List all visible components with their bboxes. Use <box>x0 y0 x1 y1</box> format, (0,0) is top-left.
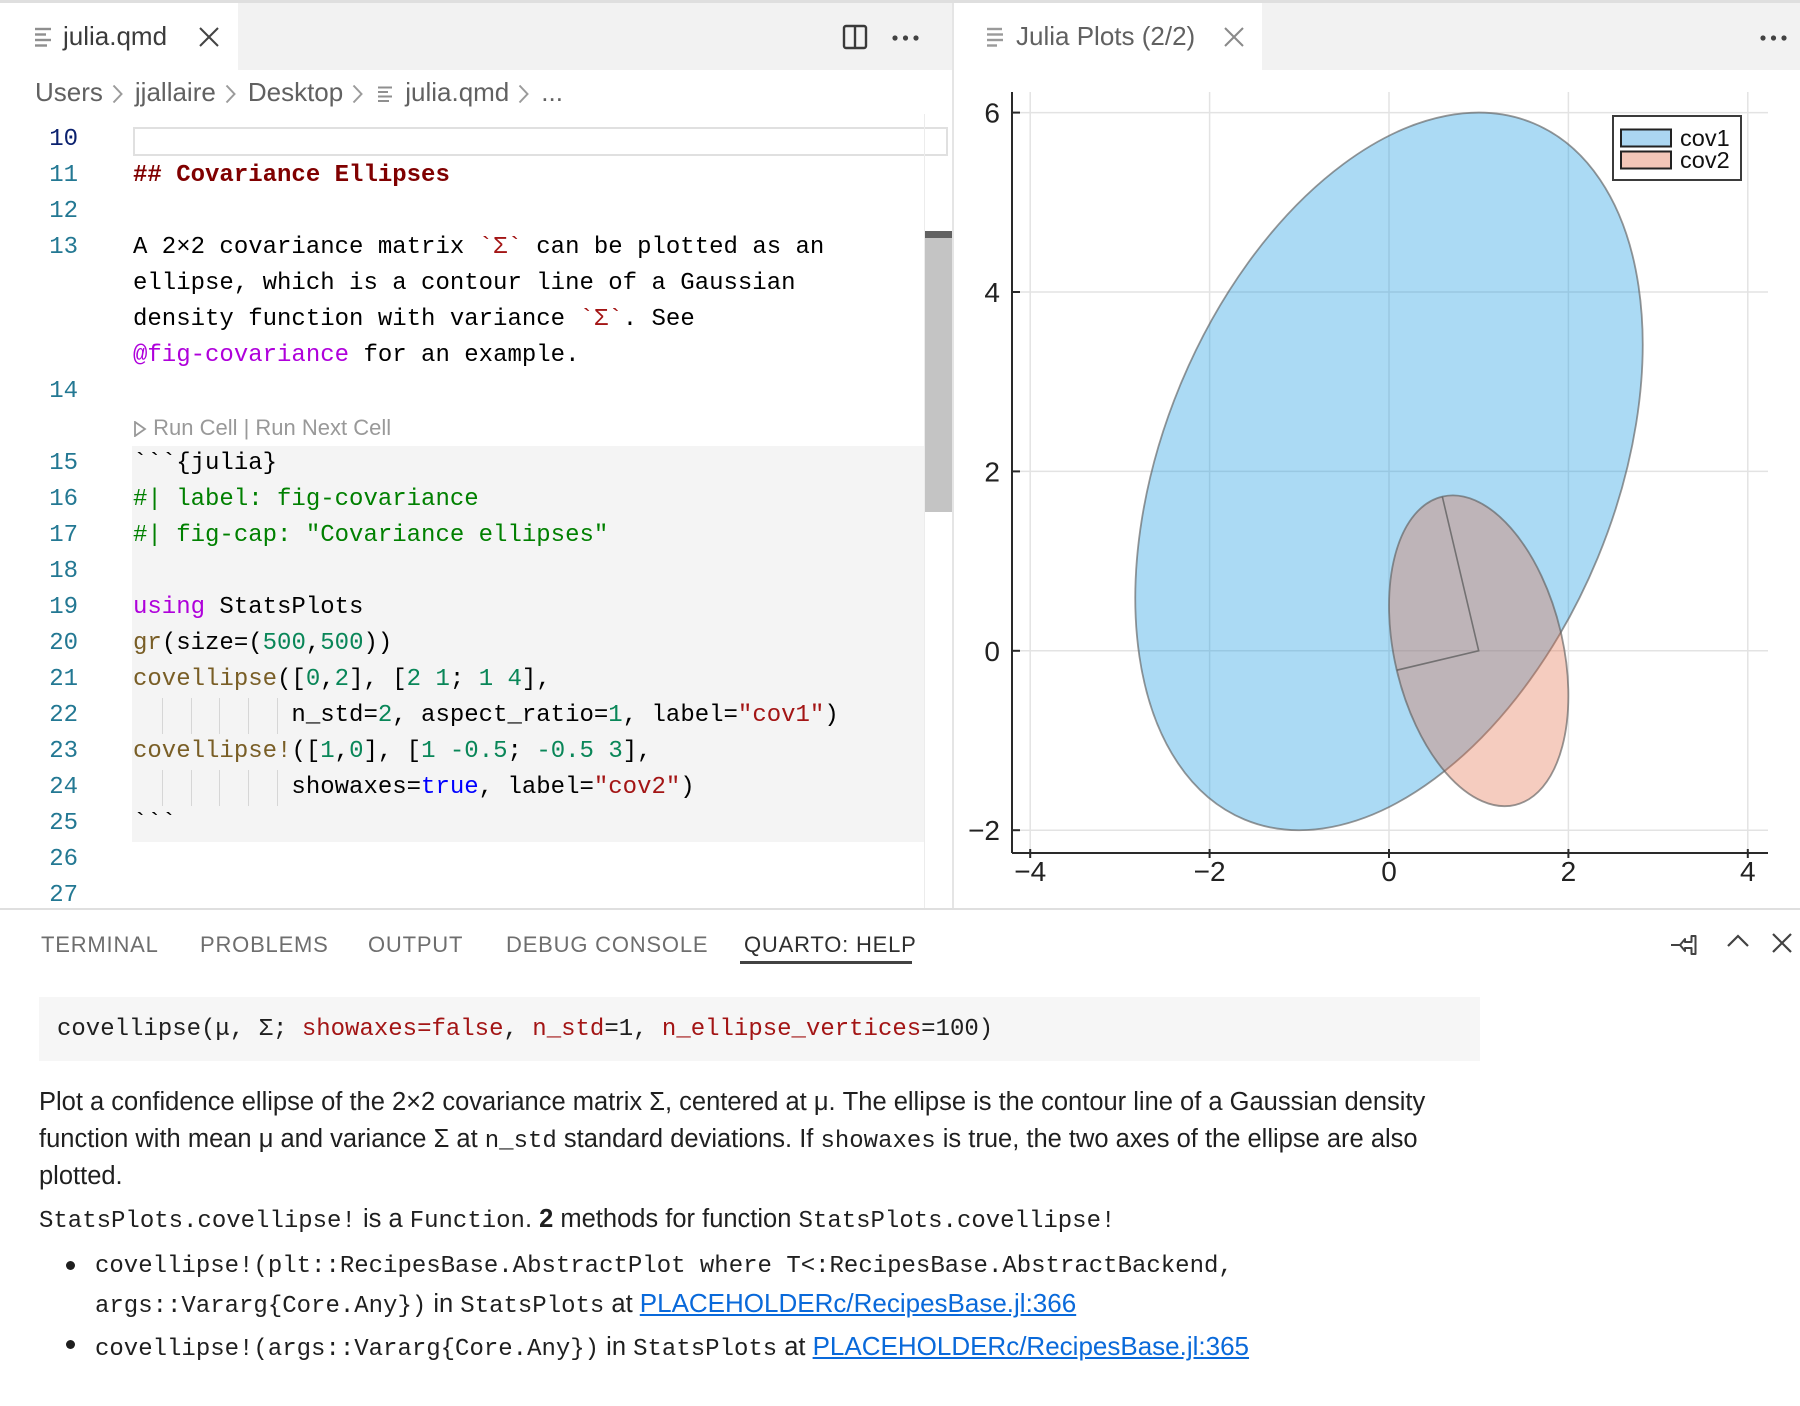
svg-text:0: 0 <box>984 636 1000 667</box>
svg-text:4: 4 <box>984 277 1000 308</box>
svg-text:cov2: cov2 <box>1680 147 1730 173</box>
svg-text:2: 2 <box>1561 856 1577 887</box>
svg-text:2: 2 <box>984 456 1000 487</box>
svg-text:0: 0 <box>1381 856 1397 887</box>
svg-text:−4: −4 <box>1014 856 1046 887</box>
svg-text:−2: −2 <box>968 815 1000 846</box>
svg-text:−2: −2 <box>1194 856 1226 887</box>
svg-text:4: 4 <box>1740 856 1756 887</box>
svg-text:6: 6 <box>984 98 1000 129</box>
